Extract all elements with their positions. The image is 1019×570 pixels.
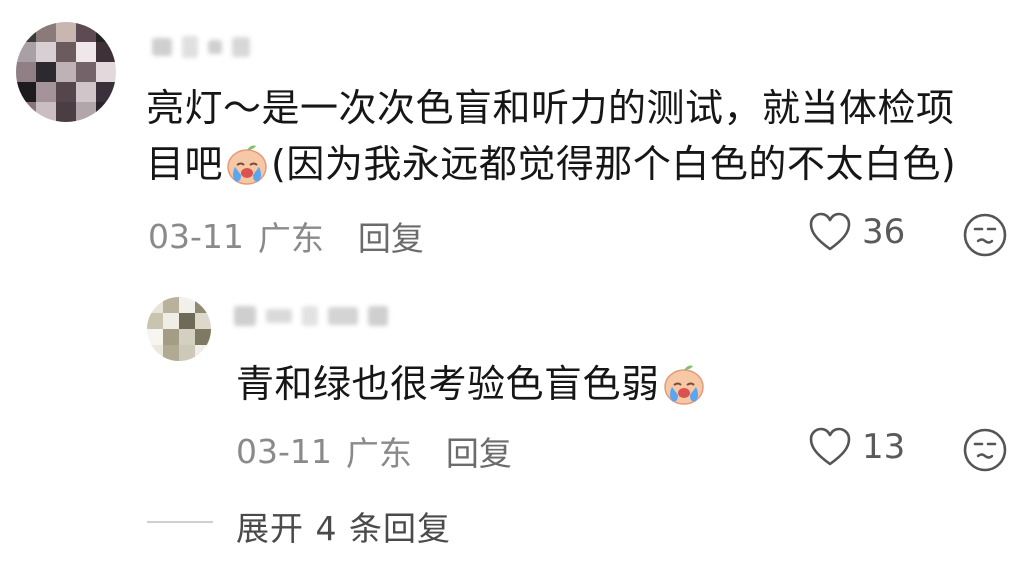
comment-thread: 亮灯～是一次次色盲和听力的测试，就当体检项目吧 (因为我永远都觉得那个白色的不太…	[0, 0, 1019, 570]
reply-meta: 03-11 广东 回复	[236, 427, 512, 475]
comment-text: 亮灯～是一次次色盲和听力的测试，就当体检项目吧 (因为我永远都觉得那个白色的不太…	[146, 86, 957, 186]
dislike-face-icon[interactable]	[962, 212, 1008, 258]
avatar-pixel	[16, 22, 36, 42]
like-count: 36	[862, 212, 906, 252]
avatar-pixel	[96, 102, 116, 122]
like-count: 13	[862, 427, 906, 467]
avatar-pixel	[163, 313, 179, 329]
avatar-pixel	[16, 102, 36, 122]
avatar-pixel	[147, 329, 163, 345]
avatar-pixel	[147, 297, 163, 313]
dislike-face-icon[interactable]	[962, 427, 1008, 473]
avatar-pixel	[163, 297, 179, 313]
avatar-pixel	[36, 102, 56, 122]
heart-icon	[809, 427, 851, 466]
avatar-pixel	[179, 313, 195, 329]
avatar[interactable]	[16, 22, 116, 122]
avatar-pixel	[56, 82, 76, 102]
avatar-pixel	[36, 42, 56, 62]
avatar-pixel	[96, 42, 116, 62]
reply-location: 广东	[345, 434, 412, 473]
avatar-pixel	[76, 22, 96, 42]
avatar-pixel	[179, 297, 195, 313]
avatar-pixel	[195, 345, 211, 361]
avatar-pixel	[36, 62, 56, 82]
avatar-pixel	[195, 313, 211, 329]
reply-avatar[interactable]	[147, 297, 211, 361]
avatar-pixel	[147, 313, 163, 329]
avatar-pixel	[147, 345, 163, 361]
avatar-pixel	[16, 82, 36, 102]
avatar-pixel	[36, 82, 56, 102]
username-blurred[interactable]	[152, 36, 250, 58]
avatar-pixel	[96, 22, 116, 42]
crying-face-icon	[227, 145, 267, 185]
reply-text: 青和绿也很考验色盲色弱	[236, 356, 956, 412]
heart-icon	[809, 212, 851, 251]
avatar-pixel	[179, 329, 195, 345]
like-button[interactable]: 36	[808, 212, 905, 252]
comment-location: 广东	[257, 219, 324, 258]
reply-date: 03-11	[236, 431, 332, 471]
crying-face-icon	[663, 365, 704, 405]
avatar-pixel	[56, 22, 76, 42]
avatar-pixel	[36, 22, 56, 42]
avatar-pixel	[56, 62, 76, 82]
avatar-pixel	[56, 42, 76, 62]
avatar-pixel	[96, 82, 116, 102]
avatar-pixel	[76, 102, 96, 122]
expand-replies-button[interactable]: 展开 4 条回复	[236, 502, 451, 550]
avatar-pixel	[179, 345, 195, 361]
avatar-pixel	[76, 42, 96, 62]
avatar-pixel	[163, 345, 179, 361]
comment-meta: 03-11 广东 回复	[148, 212, 424, 260]
avatar-pixel	[76, 82, 96, 102]
comment-date: 03-11	[148, 216, 244, 256]
reply-reply-button[interactable]: 回复	[446, 427, 512, 475]
reply-like-button[interactable]: 13	[808, 427, 905, 467]
avatar-pixel	[16, 62, 36, 82]
avatar-pixel	[76, 62, 96, 82]
avatar-pixel	[195, 297, 211, 313]
avatar-pixel	[56, 102, 76, 122]
avatar-pixel	[195, 329, 211, 345]
divider	[147, 521, 213, 523]
avatar-pixel	[16, 42, 36, 62]
reply-button[interactable]: 回复	[358, 212, 424, 260]
reply-username-blurred[interactable]	[234, 306, 388, 326]
avatar-pixel	[163, 329, 179, 345]
avatar-pixel	[96, 62, 116, 82]
